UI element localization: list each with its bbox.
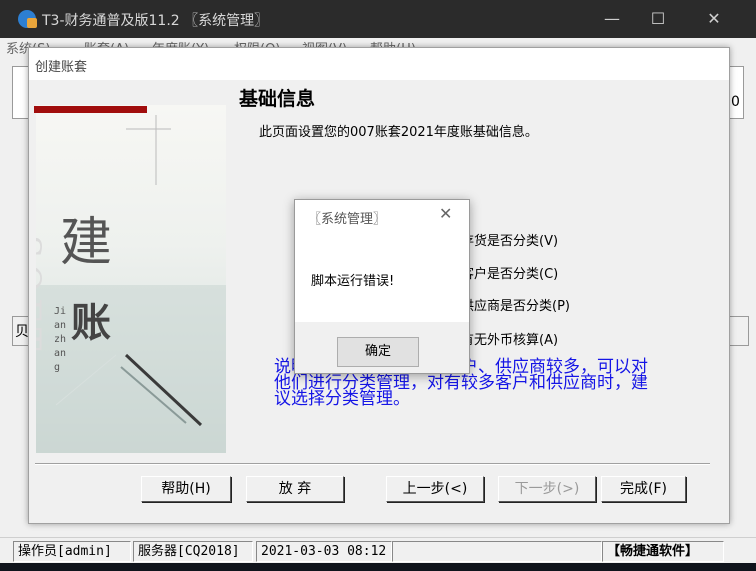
minimize-button[interactable]: — <box>590 0 634 38</box>
status-server: 服务器[CQ2018] <box>133 541 253 562</box>
wizard-title-bar: 创建账套 <box>29 48 729 80</box>
side-image-decoration <box>36 115 226 453</box>
side-pinyin: Jianzhang <box>54 306 67 373</box>
message-box-footer: 确定 <box>295 322 469 373</box>
main-window: T3-财务通普及版11.2 〖系统管理〗 — ☐ ✕ 系统(S) 账套(A) 年… <box>0 0 756 571</box>
option-supplier-classified[interactable]: 供应商是否分类(P) <box>461 295 570 314</box>
side-char-jian: 建 <box>60 213 113 273</box>
desktop-strip <box>0 563 756 571</box>
maximize-button[interactable]: ☐ <box>636 0 680 38</box>
previous-step-button[interactable]: 上一步(<) <box>386 476 484 502</box>
message-box-close-icon[interactable]: ✕ <box>439 204 452 223</box>
help-button[interactable]: 帮助(H) <box>141 476 231 502</box>
wizard-side-image: SOFT 建 Jianzhang 账 <box>36 105 226 453</box>
section-title: 基础信息 <box>239 88 316 110</box>
error-message-box: 〖系统管理〗 ✕ 脚本运行错误! 确定 <box>294 199 470 374</box>
background-field-right-lower: 0 <box>728 90 744 119</box>
abandon-button[interactable]: 放 弃 <box>246 476 344 502</box>
wizard-title: 创建账套 <box>35 60 88 75</box>
status-operator: 操作员[admin] <box>13 541 131 562</box>
finish-button[interactable]: 完成(F) <box>601 476 686 502</box>
button-separator <box>35 463 710 465</box>
status-brand: 【畅捷通软件】 <box>602 541 724 562</box>
message-box-title: 〖系统管理〗 <box>308 212 387 227</box>
error-message-text: 脚本运行错误! <box>311 274 395 289</box>
ok-button[interactable]: 确定 <box>337 337 419 367</box>
side-watermark: SOFT <box>36 235 48 357</box>
section-description: 此页面设置您的007账套2021年度账基础信息。 <box>259 125 538 140</box>
close-button[interactable]: ✕ <box>692 0 736 38</box>
status-bar: 操作员[admin] 服务器[CQ2018] 2021-03-03 08:12 … <box>0 537 756 564</box>
status-datetime: 2021-03-03 08:12 <box>256 541 392 562</box>
background-panel-right <box>728 316 749 346</box>
option-customer-classified[interactable]: 客户是否分类(C) <box>461 263 558 282</box>
option-inventory-classified[interactable]: 存货是否分类(V) <box>461 230 558 249</box>
background-field-right <box>728 66 744 92</box>
side-char-zhang: 账 <box>71 299 111 346</box>
app-title: T3-财务通普及版11.2 〖系统管理〗 <box>42 13 269 29</box>
background-digit: 0 <box>731 94 740 110</box>
title-bar: T3-财务通普及版11.2 〖系统管理〗 — ☐ ✕ <box>0 0 756 38</box>
app-logo-icon <box>18 10 37 28</box>
next-step-button[interactable]: 下一步(>) <box>498 476 596 502</box>
option-foreign-currency[interactable]: 有无外币核算(A) <box>461 329 558 348</box>
side-red-bar <box>34 106 147 113</box>
background-char: 贝 <box>15 324 29 340</box>
status-empty-panel <box>392 541 602 562</box>
